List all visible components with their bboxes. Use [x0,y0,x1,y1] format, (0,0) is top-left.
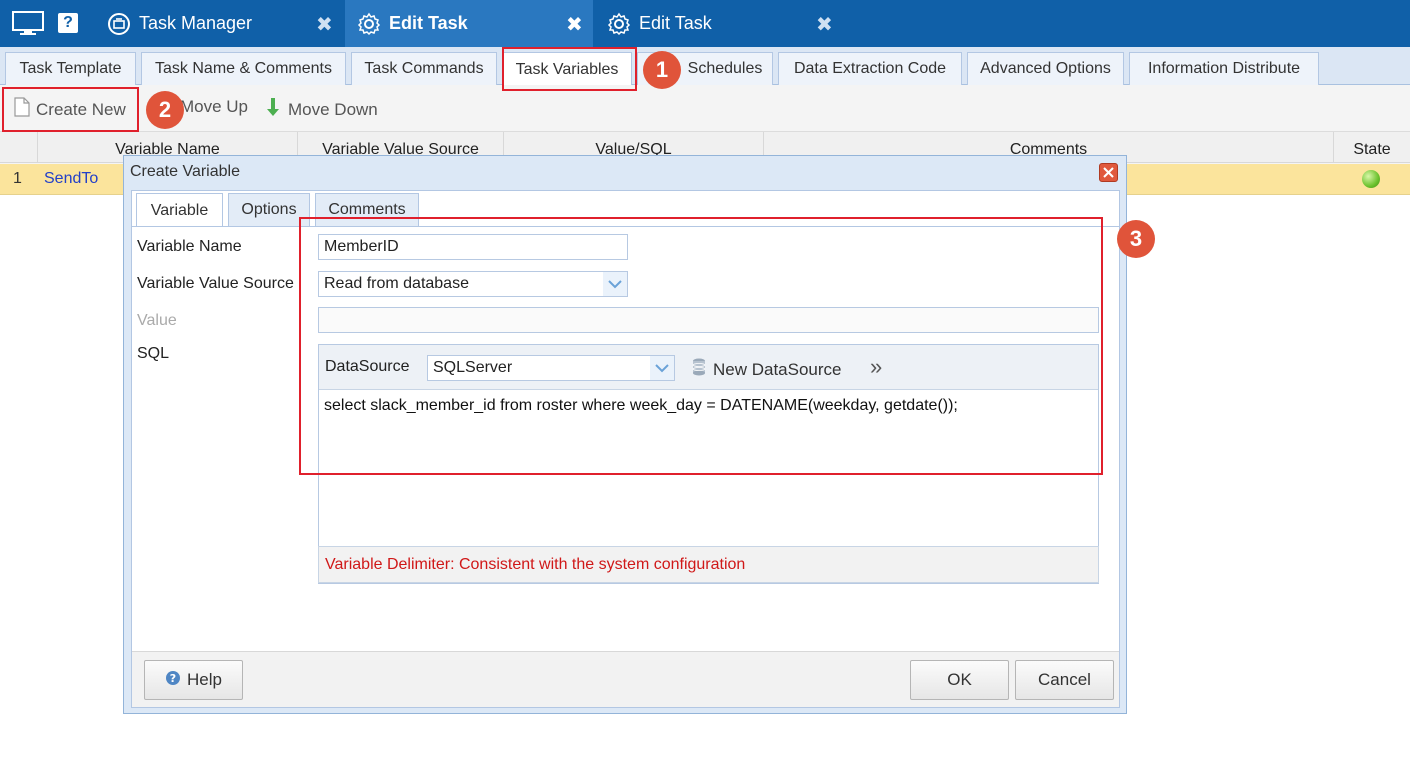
value-source-label: Variable Value Source [137,275,294,292]
close-icon[interactable]: ✖ [816,12,833,37]
tab-edit-task[interactable]: Edit Task ✖ [593,0,843,47]
task-tabs: Task Template Task Name & Comments Task … [0,47,1410,86]
dialog-title: Create Variable [130,163,240,180]
annotation-box-task-variables [502,47,637,91]
variable-name-label: Variable Name [137,238,242,255]
tab-task-commands[interactable]: Task Commands [351,52,497,85]
tab-label: Task Manager [139,13,253,33]
dialog-footer: ? Help OK Cancel [132,651,1119,707]
delimiter-text: Variable Delimiter: Consistent with the … [325,556,746,573]
row-number-header [0,132,38,163]
sql-label: SQL [137,345,170,362]
help-label: Help [187,670,222,689]
cancel-button[interactable]: Cancel [1015,660,1114,700]
tab-information-distribute[interactable]: Information Distribute [1129,52,1319,85]
ok-label: OK [947,670,972,689]
tab-data-extraction-code[interactable]: Data Extraction Code [778,52,962,85]
tab-label: Edit Task [389,13,468,33]
value-label: Value [137,312,177,329]
delimiter-note: Variable Delimiter: Consistent with the … [318,546,1099,583]
tab-label: Edit Task [639,13,712,33]
tab-options[interactable]: Options [228,193,310,226]
close-icon[interactable]: ✖ [316,12,333,37]
close-icon[interactable]: ✖ [566,12,583,37]
column-state[interactable]: State [1334,132,1410,163]
task-manager-icon [107,12,131,36]
cancel-label: Cancel [1038,670,1091,689]
gear-icon [357,12,381,36]
annotation-box-form [299,217,1103,475]
help-circle-icon: ? [165,670,181,691]
annotation-badge-3: 3 [1117,220,1155,258]
move-down-button[interactable]: Move Down [266,97,378,122]
tab-variable[interactable]: Variable [136,193,223,227]
toolbar: Create New Move Up Move Down [0,85,1410,132]
tab-task-manager[interactable]: Task Manager ✖ [95,0,345,47]
arrow-down-icon [266,97,280,122]
tab-edit-task-active[interactable]: Edit Task ✖ [345,0,593,47]
move-down-label: Move Down [288,99,378,119]
tab-advanced-options[interactable]: Advanced Options [967,52,1124,85]
row-variable-name[interactable]: SendTo [44,170,98,188]
move-up-label: Move Up [179,97,248,116]
gear-icon [607,12,631,36]
title-bar: ? Task Manager ✖ Edit Task ✖ Edit Task ✖ [0,0,1410,47]
monitor-icon[interactable] [12,11,44,35]
state-active-icon [1362,170,1380,188]
annotation-badge-1: 1 [643,51,681,89]
move-up-button[interactable]: Move Up [176,97,248,117]
ok-button[interactable]: OK [910,660,1009,700]
annotation-box-create-new [2,87,139,132]
help-icon[interactable]: ? [58,13,78,33]
tab-task-name-comments[interactable]: Task Name & Comments [141,52,346,85]
tab-task-template[interactable]: Task Template [5,52,136,85]
close-icon[interactable] [1099,163,1118,182]
svg-text:?: ? [170,672,176,685]
annotation-badge-2: 2 [146,91,184,129]
row-number: 1 [13,170,22,187]
help-button[interactable]: ? Help [144,660,243,700]
